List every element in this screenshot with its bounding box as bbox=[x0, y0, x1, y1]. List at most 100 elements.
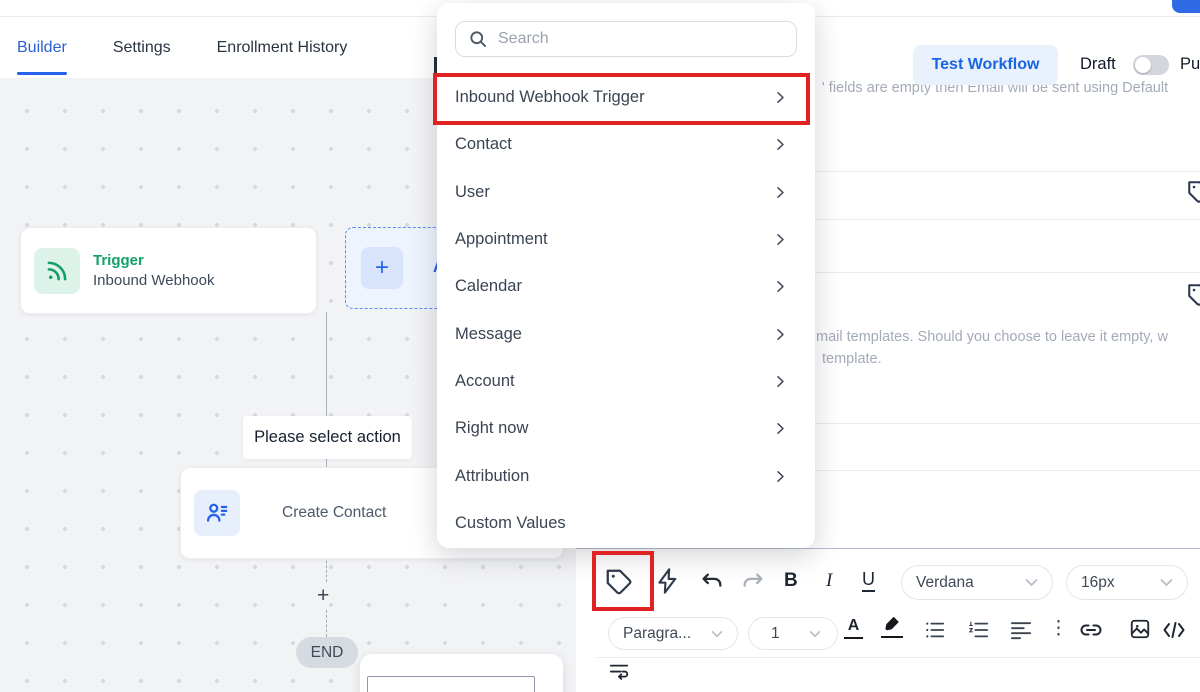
bullet-list-button[interactable] bbox=[924, 620, 946, 640]
text-color-button[interactable]: A bbox=[844, 618, 863, 639]
action-search-field[interactable] bbox=[455, 21, 797, 57]
italic-button[interactable]: I bbox=[826, 570, 832, 592]
chevron-right-icon bbox=[773, 469, 788, 484]
menu-item-account[interactable]: Account bbox=[437, 358, 815, 405]
rss-signal-icon bbox=[44, 258, 70, 284]
template-note-line1: mail templates. Should you choose to lea… bbox=[816, 329, 1168, 345]
chevron-right-icon bbox=[773, 137, 788, 152]
search-input[interactable] bbox=[496, 29, 770, 49]
menu-item-appointment[interactable]: Appointment bbox=[437, 216, 815, 263]
chevron-down-icon bbox=[711, 630, 723, 638]
search-icon bbox=[468, 29, 488, 49]
editor-top-border bbox=[576, 548, 1200, 549]
end-badge: END bbox=[296, 637, 358, 668]
tab-label: Builder bbox=[17, 39, 67, 57]
action-menu-list: Inbound Webhook TriggerContactUserAppoin… bbox=[437, 74, 815, 547]
chevron-down-icon bbox=[1025, 578, 1038, 587]
connector-dashed-bottom bbox=[326, 610, 327, 637]
redo-icon bbox=[740, 570, 765, 595]
partial-blue-button[interactable] bbox=[1172, 0, 1200, 13]
nav-tabs: Builder Settings Enrollment History bbox=[17, 17, 347, 78]
image-icon bbox=[1129, 618, 1151, 640]
more-options-button[interactable]: ⋮ bbox=[1049, 617, 1068, 640]
menu-item-right-now[interactable]: Right now bbox=[437, 405, 815, 452]
draft-label: Draft bbox=[1080, 55, 1116, 74]
font-size-value: 16px bbox=[1081, 574, 1115, 592]
align-left-icon bbox=[1010, 620, 1032, 640]
toolbar-divider bbox=[596, 657, 1200, 658]
quick-action-button[interactable] bbox=[654, 567, 682, 595]
insert-step-plus-button[interactable]: + bbox=[317, 584, 329, 608]
align-button[interactable] bbox=[1010, 620, 1032, 640]
lightning-icon bbox=[654, 567, 682, 595]
tab-builder[interactable]: Builder bbox=[17, 17, 67, 78]
line-height-select[interactable]: 1 bbox=[748, 617, 838, 650]
chevron-right-icon bbox=[773, 185, 788, 200]
highlight-color-bar bbox=[881, 636, 903, 639]
contact-icon-tile bbox=[194, 490, 240, 536]
trigger-name: Inbound Webhook bbox=[93, 272, 215, 289]
plus-icon: + bbox=[361, 247, 403, 289]
bottom-popover-input[interactable] bbox=[367, 676, 535, 692]
bold-button[interactable]: B bbox=[784, 570, 798, 592]
toggle-knob bbox=[1135, 57, 1151, 73]
create-contact-icon bbox=[204, 500, 230, 526]
publish-toggle[interactable] bbox=[1133, 55, 1169, 75]
paragraph-format-select[interactable]: Paragra... bbox=[608, 617, 738, 650]
menu-item-label: Calendar bbox=[455, 277, 522, 296]
menu-item-message[interactable]: Message bbox=[437, 310, 815, 357]
text-color-bar bbox=[844, 637, 863, 640]
publish-label: Pu bbox=[1180, 55, 1200, 74]
menu-item-label: Custom Values bbox=[455, 514, 566, 533]
menu-item-label: Right now bbox=[455, 419, 528, 438]
menu-item-calendar[interactable]: Calendar bbox=[437, 263, 815, 310]
test-workflow-button[interactable]: Test Workflow bbox=[913, 45, 1058, 85]
text-wrap-button[interactable] bbox=[608, 662, 630, 682]
font-size-select[interactable]: 16px bbox=[1066, 565, 1188, 600]
annotation-box-inbound-webhook bbox=[433, 73, 810, 125]
menu-item-label: Attribution bbox=[455, 467, 529, 486]
insert-link-button[interactable] bbox=[1079, 620, 1103, 640]
paragraph-format-value: Paragra... bbox=[623, 625, 691, 643]
menu-item-custom-values[interactable]: Custom Values bbox=[437, 500, 815, 547]
merge-field-tag-icon[interactable] bbox=[1186, 282, 1200, 308]
menu-item-label: Contact bbox=[455, 135, 512, 154]
tab-settings[interactable]: Settings bbox=[113, 17, 171, 78]
chevron-right-icon bbox=[773, 327, 788, 342]
create-contact-label: Create Contact bbox=[282, 504, 386, 522]
annotation-box-tag-icon bbox=[592, 551, 654, 611]
highlight-color-button[interactable] bbox=[881, 615, 903, 638]
redo-button[interactable] bbox=[740, 570, 765, 595]
font-family-select[interactable]: Verdana bbox=[901, 565, 1053, 600]
menu-item-label: Appointment bbox=[455, 230, 548, 249]
tab-label: Settings bbox=[113, 39, 171, 57]
chevron-down-icon bbox=[809, 630, 821, 638]
connector-dashed-top bbox=[326, 556, 327, 582]
undo-button[interactable] bbox=[700, 570, 725, 595]
trigger-node[interactable]: Trigger Inbound Webhook bbox=[20, 227, 317, 314]
text-color-letter: A bbox=[848, 618, 860, 634]
numbered-list-icon bbox=[968, 620, 990, 640]
menu-item-label: Account bbox=[455, 372, 515, 391]
menu-item-user[interactable]: User bbox=[437, 169, 815, 216]
font-family-value: Verdana bbox=[916, 574, 974, 592]
merge-field-tag-icon[interactable] bbox=[1186, 179, 1200, 205]
insert-image-button[interactable] bbox=[1129, 618, 1151, 640]
undo-icon bbox=[700, 570, 725, 595]
code-view-button[interactable] bbox=[1162, 620, 1186, 640]
webhook-icon-tile bbox=[34, 248, 80, 294]
select-action-text: Please select action bbox=[254, 428, 401, 447]
chevron-down-icon bbox=[1160, 578, 1173, 587]
chevron-right-icon bbox=[773, 374, 788, 389]
select-action-tooltip: Please select action bbox=[243, 416, 412, 459]
numbered-list-button[interactable] bbox=[968, 620, 990, 640]
link-icon bbox=[1079, 620, 1103, 640]
tab-enrollment-history[interactable]: Enrollment History bbox=[217, 17, 348, 78]
chevron-right-icon bbox=[773, 421, 788, 436]
menu-item-label: Message bbox=[455, 325, 522, 344]
template-note-line2: template. bbox=[822, 351, 882, 367]
menu-item-contact[interactable]: Contact bbox=[437, 121, 815, 168]
trigger-badge: Trigger bbox=[93, 252, 215, 269]
underline-button[interactable]: U bbox=[862, 570, 875, 592]
menu-item-attribution[interactable]: Attribution bbox=[437, 452, 815, 499]
